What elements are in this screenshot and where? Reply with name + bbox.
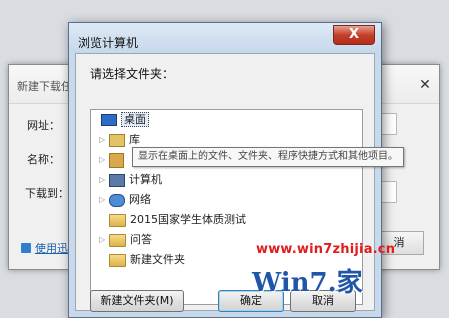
expand-arrow-icon[interactable]: ▷: [99, 150, 109, 170]
tree-item-label: 网络: [129, 193, 151, 206]
watermark-logo: Win7.家: [252, 268, 363, 298]
tree-item-folder[interactable]: 2015国家学生体质测试: [109, 210, 246, 230]
network-icon: [109, 193, 125, 207]
expand-arrow-icon[interactable]: ▷: [99, 170, 109, 190]
tree-item-label: 计算机: [129, 173, 162, 186]
select-folder-prompt: 请选择文件夹：: [90, 67, 175, 81]
tree-item-folder[interactable]: 新建文件夹: [109, 250, 185, 270]
computer-icon: [109, 173, 125, 187]
save-to-label: 下载到：: [25, 187, 69, 200]
name-label: 名称：: [27, 153, 60, 166]
new-download-title: 新建下载任: [17, 80, 72, 93]
close-button[interactable]: X: [333, 25, 375, 45]
new-folder-button[interactable]: 新建文件夹(M): [90, 290, 184, 312]
tree-item-computer[interactable]: ▷ 计算机: [99, 170, 162, 190]
browse-title: 浏览计算机: [78, 36, 139, 50]
expand-arrow-icon[interactable]: ▷: [99, 190, 109, 210]
expand-arrow-icon[interactable]: ▷: [99, 130, 109, 150]
tree-item-network[interactable]: ▷ 网络: [99, 190, 151, 210]
tree-item-folder[interactable]: ▷ 问答: [99, 230, 152, 250]
user-folder-icon: [109, 152, 124, 168]
tree-item-desktop[interactable]: 桌面: [101, 110, 149, 130]
library-icon: [109, 133, 125, 147]
close-icon: X: [348, 27, 360, 42]
tree-item-label: 库: [129, 133, 140, 146]
url-label: 网址：: [27, 119, 60, 132]
desktop-tooltip: 显示在桌面上的文件、文件夹、程序快捷方式和其他项目。: [132, 147, 404, 167]
tree-item-label: 新建文件夹: [130, 253, 185, 266]
folder-icon: [109, 253, 126, 267]
expand-arrow-icon[interactable]: ▷: [99, 230, 109, 250]
browse-titlebar: 浏览计算机 X: [69, 23, 381, 53]
desktop-icon: [101, 114, 117, 126]
folder-icon: [109, 233, 126, 247]
close-icon[interactable]: ✕: [417, 77, 433, 93]
tree-item-label: 问答: [130, 233, 152, 246]
tree-item-user[interactable]: ▷: [99, 150, 128, 170]
folder-icon: [109, 213, 126, 227]
use-thunder-link[interactable]: 使用迅: [21, 240, 68, 256]
use-thunder-link-text: 使用迅: [35, 242, 68, 255]
tree-item-label: 桌面: [121, 112, 149, 127]
thunder-icon: [21, 243, 31, 253]
watermark-url: www.win7zhijia.cn: [256, 242, 396, 257]
tree-item-label: 2015国家学生体质测试: [130, 213, 246, 226]
